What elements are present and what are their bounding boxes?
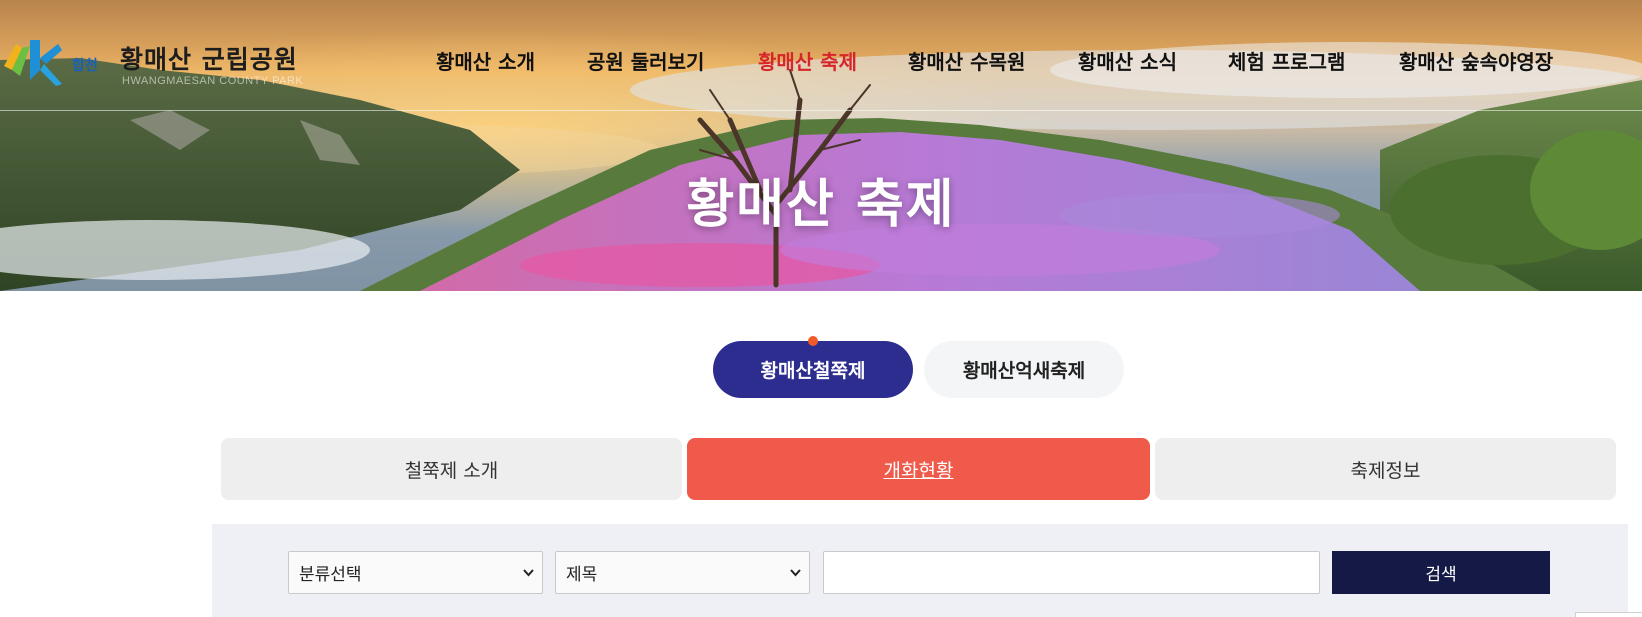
floating-widget-edge bbox=[1575, 612, 1642, 617]
nav-item-park-tour[interactable]: 공원 둘러보기 bbox=[587, 46, 704, 75]
tab-silver-grass-festival[interactable]: 황매산억새축제 bbox=[924, 341, 1124, 398]
search-input[interactable] bbox=[823, 551, 1320, 594]
chevron-down-icon bbox=[790, 569, 801, 577]
nav-item-festival[interactable]: 황매산 축제 bbox=[758, 46, 857, 75]
search-field-select-value: 제목 bbox=[566, 565, 598, 585]
category-select-value: 분류선택 bbox=[299, 565, 362, 585]
subtab-bloom-status[interactable]: 개화현황 bbox=[687, 438, 1150, 500]
page-title: 황매산 축제 bbox=[686, 175, 956, 235]
search-field-select[interactable]: 제목 bbox=[555, 551, 810, 594]
main-navigation: 황매산 소개 공원 둘러보기 황매산 축제 황매산 수목원 황매산 소식 체험 … bbox=[0, 46, 1642, 78]
active-indicator-dot bbox=[808, 336, 818, 346]
header-divider bbox=[0, 110, 1642, 111]
subtab-festival-intro[interactable]: 철쭉제 소개 bbox=[221, 438, 682, 500]
nav-item-arboretum[interactable]: 황매산 수목원 bbox=[908, 46, 1025, 75]
nav-item-news[interactable]: 황매산 소식 bbox=[1078, 46, 1177, 75]
search-button[interactable]: 검색 bbox=[1332, 551, 1550, 594]
nav-item-campground[interactable]: 황매산 숲속야영장 bbox=[1399, 46, 1553, 75]
chevron-down-icon bbox=[523, 569, 534, 577]
tab-azalea-festival[interactable]: 황매산철쭉제 bbox=[713, 341, 913, 398]
category-select[interactable]: 분류선택 bbox=[288, 551, 543, 594]
subtab-festival-info[interactable]: 축제정보 bbox=[1155, 438, 1616, 500]
nav-item-programs[interactable]: 체험 프로그램 bbox=[1228, 46, 1345, 75]
hero-banner: 합천 황매산 군립공원 HWANGMAESAN COUNTY PARK 황매산 … bbox=[0, 0, 1642, 291]
nav-item-intro[interactable]: 황매산 소개 bbox=[436, 46, 535, 75]
